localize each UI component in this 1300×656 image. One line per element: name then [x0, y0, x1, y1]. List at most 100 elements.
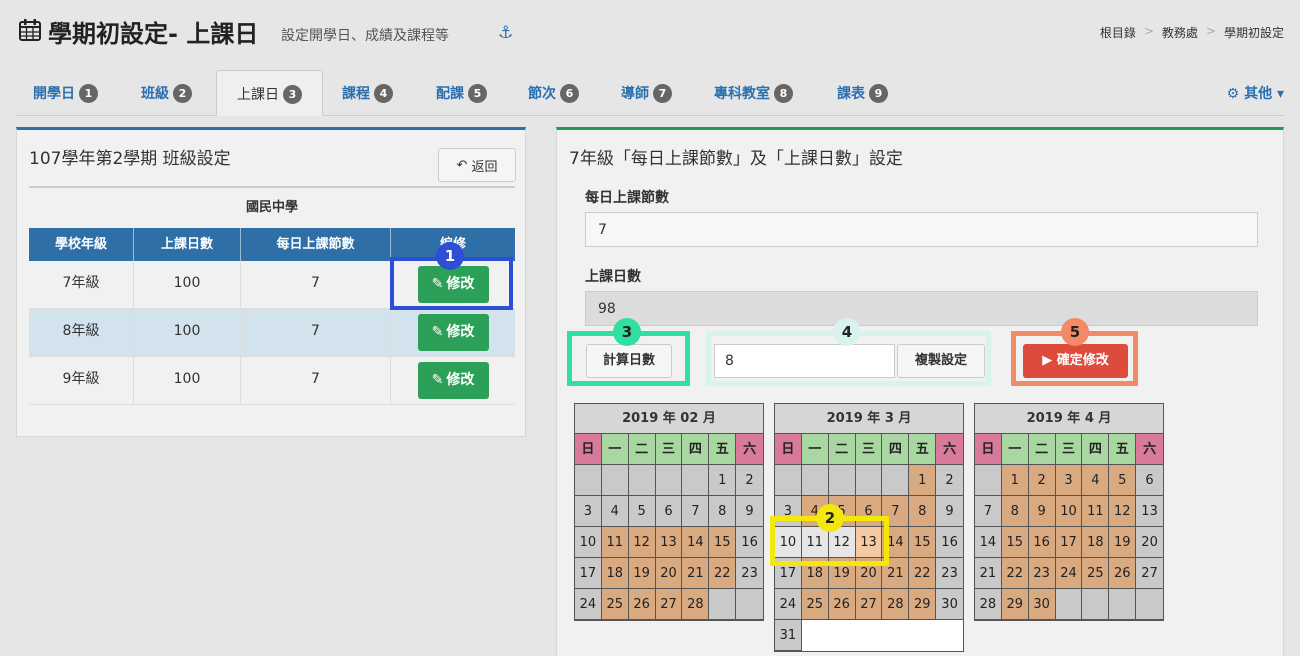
calendar-day[interactable]: 27: [855, 589, 883, 620]
calendar-day[interactable]: 13: [655, 527, 683, 558]
breadcrumb-item-root[interactable]: 根目錄: [1100, 24, 1136, 41]
edit-button[interactable]: ✎ 修改: [417, 362, 489, 399]
breadcrumb-item-office[interactable]: 教務處: [1162, 24, 1198, 41]
calendar-day[interactable]: 26: [828, 589, 856, 620]
calendar-day[interactable]: 17: [1055, 527, 1083, 558]
calendar-day[interactable]: 31: [775, 620, 802, 651]
calendar-day[interactable]: 24: [775, 589, 802, 620]
calendar-day[interactable]: 22: [709, 558, 737, 589]
copy-target-input[interactable]: 8: [714, 344, 895, 378]
calendar-day[interactable]: 14: [975, 527, 1002, 558]
calendar-day[interactable]: 15: [1001, 527, 1029, 558]
calendar-day[interactable]: 20: [1136, 527, 1163, 558]
copy-settings-button[interactable]: 複製設定: [897, 344, 985, 378]
calendar-day[interactable]: 11: [801, 527, 829, 558]
tab-assign-courses[interactable]: 配課 5: [436, 70, 487, 116]
anchor-icon[interactable]: ⚓: [498, 23, 513, 43]
calendar-day[interactable]: 21: [975, 558, 1002, 589]
calendar-day[interactable]: 19: [828, 558, 856, 589]
calendar-day[interactable]: 26: [1109, 558, 1137, 589]
calendar-day[interactable]: 21: [682, 558, 710, 589]
calendar-day[interactable]: 2: [936, 465, 963, 496]
calendar-day[interactable]: 20: [655, 558, 683, 589]
calendar-day[interactable]: 20: [855, 558, 883, 589]
calendar-day[interactable]: 9: [936, 496, 963, 527]
calendar-day[interactable]: 23: [1028, 558, 1056, 589]
calendar-day[interactable]: 10: [575, 527, 602, 558]
calendar-day[interactable]: 18: [1082, 527, 1110, 558]
tab-start-date[interactable]: 開學日 1: [33, 70, 98, 116]
calendar-day[interactable]: 7: [975, 496, 1002, 527]
calendar-day[interactable]: 28: [682, 589, 710, 620]
calculate-days-button[interactable]: 計算日數: [586, 344, 672, 378]
calendar-day[interactable]: 7: [882, 496, 910, 527]
calendar-day[interactable]: 6: [855, 496, 883, 527]
calendar-day[interactable]: 19: [1109, 527, 1137, 558]
calendar-day[interactable]: 5: [1109, 465, 1137, 496]
tab-classes[interactable]: 班級 2: [141, 70, 192, 116]
calendar-day[interactable]: 25: [601, 589, 629, 620]
calendar-day[interactable]: 16: [1028, 527, 1056, 558]
calendar-day[interactable]: 24: [1055, 558, 1083, 589]
calendar-day[interactable]: 3: [1055, 465, 1083, 496]
calendar-day[interactable]: 3: [575, 496, 602, 527]
calendar-day[interactable]: 17: [775, 558, 802, 589]
calendar-day[interactable]: 23: [736, 558, 763, 589]
calendar-day[interactable]: 29: [1001, 589, 1029, 620]
calendar-day[interactable]: 19: [628, 558, 656, 589]
calendar-day[interactable]: 25: [1082, 558, 1110, 589]
calendar-day[interactable]: 15: [909, 527, 937, 558]
calendar-day[interactable]: 8: [709, 496, 737, 527]
calendar-day[interactable]: 27: [655, 589, 683, 620]
calendar-day[interactable]: 24: [575, 589, 602, 620]
calendar-day[interactable]: 1: [1001, 465, 1029, 496]
calendar-day[interactable]: 2: [736, 465, 763, 496]
calendar-day[interactable]: 11: [601, 527, 629, 558]
calendar-day[interactable]: 8: [1001, 496, 1029, 527]
calendar-day[interactable]: 23: [936, 558, 963, 589]
calendar-day[interactable]: 26: [628, 589, 656, 620]
periods-input[interactable]: 7: [585, 212, 1258, 247]
calendar-day[interactable]: 1: [909, 465, 937, 496]
calendar-day[interactable]: 29: [909, 589, 937, 620]
edit-button[interactable]: ✎ 修改: [417, 266, 489, 303]
calendar-day[interactable]: 6: [655, 496, 683, 527]
calendar-day[interactable]: 14: [682, 527, 710, 558]
calendar-day[interactable]: 22: [1001, 558, 1029, 589]
calendar-day[interactable]: 28: [975, 589, 1002, 620]
tab-timetable[interactable]: 課表 9: [837, 70, 888, 116]
calendar-day[interactable]: 18: [801, 558, 829, 589]
tab-courses[interactable]: 課程 4: [342, 70, 393, 116]
calendar-day[interactable]: 16: [736, 527, 763, 558]
calendar-day[interactable]: 1: [709, 465, 737, 496]
calendar-day[interactable]: 9: [1028, 496, 1056, 527]
calendar-day[interactable]: 14: [882, 527, 910, 558]
calendar-day[interactable]: 5: [628, 496, 656, 527]
calendar-day[interactable]: 22: [909, 558, 937, 589]
calendar-day[interactable]: 16: [936, 527, 963, 558]
calendar-day[interactable]: 25: [801, 589, 829, 620]
back-button[interactable]: ↶ 返回: [438, 148, 516, 182]
calendar-day[interactable]: 4: [601, 496, 629, 527]
calendar-day[interactable]: 7: [682, 496, 710, 527]
calendar-day[interactable]: 30: [936, 589, 963, 620]
tab-school-days[interactable]: 上課日 3: [216, 70, 323, 116]
calendar-day[interactable]: 12: [1109, 496, 1137, 527]
calendar-day[interactable]: 12: [628, 527, 656, 558]
calendar-day[interactable]: 13: [1136, 496, 1163, 527]
tab-special-rooms[interactable]: 專科教室 8: [714, 70, 793, 116]
calendar-day[interactable]: 30: [1028, 589, 1056, 620]
edit-button[interactable]: ✎ 修改: [417, 314, 489, 351]
calendar-day[interactable]: 11: [1082, 496, 1110, 527]
calendar-day[interactable]: 6: [1136, 465, 1163, 496]
calendar-day[interactable]: 2: [1028, 465, 1056, 496]
calendar-day[interactable]: 10: [1055, 496, 1083, 527]
calendar-day[interactable]: 13: [855, 527, 883, 558]
calendar-day[interactable]: 10: [775, 527, 802, 558]
calendar-day[interactable]: 18: [601, 558, 629, 589]
calendar-day[interactable]: 4: [1082, 465, 1110, 496]
confirm-edit-button[interactable]: ▶ 確定修改: [1023, 344, 1128, 378]
calendar-day[interactable]: 27: [1136, 558, 1163, 589]
calendar-day[interactable]: 8: [909, 496, 937, 527]
calendar-day[interactable]: 3: [775, 496, 802, 527]
